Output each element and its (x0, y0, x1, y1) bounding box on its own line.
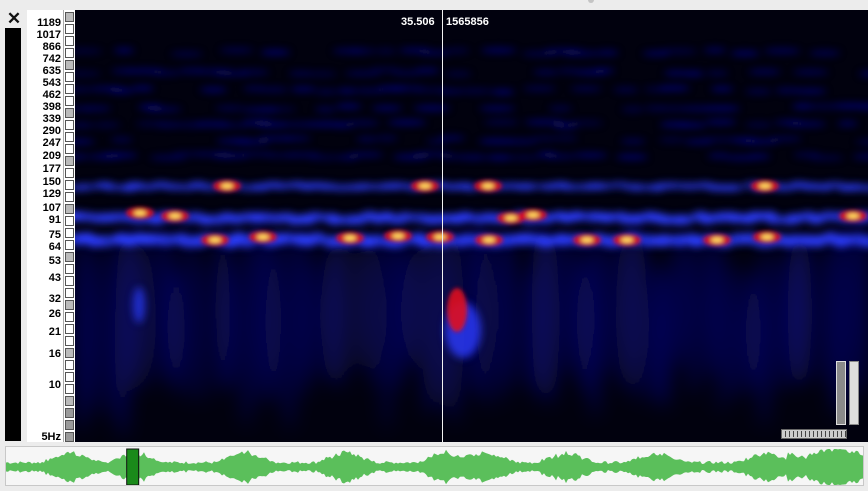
window-handle (588, 0, 594, 3)
level-meter-segment (65, 180, 74, 190)
level-meter-segment (65, 408, 74, 418)
level-meter-segment (65, 216, 74, 226)
level-meter-segment (65, 252, 74, 262)
level-meter-segment (65, 60, 74, 70)
overview-playhead[interactable] (126, 448, 140, 485)
level-meter-segment (65, 300, 74, 310)
level-meter-segment (65, 168, 74, 178)
spectrogram-view[interactable] (75, 10, 868, 442)
frequency-tick-label: 16 (48, 348, 61, 360)
level-meter-segment (65, 420, 74, 430)
vertical-zoom-scale[interactable] (849, 361, 859, 425)
frequency-tick-label: 290 (42, 125, 61, 137)
level-meter-segment (65, 324, 74, 334)
frequency-tick-label: 64 (48, 241, 61, 253)
level-meter-segment (65, 132, 74, 142)
frequency-tick-label: 1189 (37, 17, 61, 29)
level-meter-segment (65, 384, 74, 394)
level-meter-segment (65, 288, 74, 298)
level-meter-segment (65, 96, 74, 106)
close-button[interactable]: ✕ (4, 9, 24, 27)
level-meter-segment (65, 144, 74, 154)
level-meter-segment (65, 312, 74, 322)
frequency-tick-label: 150 (42, 176, 61, 188)
frequency-tick-label: 53 (48, 255, 61, 267)
level-meter-segment (65, 156, 74, 166)
level-meter-segment (65, 48, 74, 58)
cursor-line[interactable] (442, 10, 443, 442)
frequency-tick-label: 543 (42, 77, 61, 89)
spectrogram-canvas (75, 47, 868, 438)
frequency-tick-label: 32 (48, 293, 61, 305)
frequency-tick-label: 635 (42, 65, 61, 77)
waveform-canvas (6, 448, 863, 485)
close-icon: ✕ (6, 8, 22, 28)
level-meter-segment (65, 192, 74, 202)
level-meter-segment (65, 396, 74, 406)
horizontal-zoom-scale[interactable] (781, 429, 847, 439)
level-meter-segment (65, 24, 74, 34)
cursor-time-readout: 35.506 (401, 16, 435, 28)
level-meter-segment (65, 228, 74, 238)
frequency-tick-label: 1017 (36, 29, 61, 41)
level-meter-segment (65, 12, 74, 22)
frequency-tick-label: 742 (42, 53, 61, 65)
level-meter-segment (65, 348, 74, 358)
frequency-tick-label: 75 (48, 229, 61, 241)
level-meter-segment (65, 336, 74, 346)
level-meter-segment (65, 84, 74, 94)
frequency-tick-label: 107 (42, 202, 61, 214)
frequency-tick-label: 866 (42, 41, 61, 53)
vertical-scroll-handle[interactable] (836, 361, 846, 425)
frequency-tick-label: 91 (48, 214, 61, 226)
frequency-tick-label: 10 (48, 379, 61, 391)
frequency-tick-label: 129 (42, 188, 61, 200)
frequency-tick-label: 462 (42, 89, 61, 101)
level-meter-segment (65, 240, 74, 250)
cursor-frequency-readout: 1565856 (446, 16, 489, 28)
frequency-tick-label: 339 (42, 113, 61, 125)
spectrogram-window: ✕ 1189 1017 866 742 635 543 462 398 339 290 247 209… (0, 0, 868, 491)
frequency-tick-label: 398 (42, 101, 61, 113)
frequency-axis: 1189 1017 866 742 635 543 462 398 339 290 247 209 17… (27, 10, 63, 443)
waveform-overview[interactable] (5, 446, 864, 486)
left-panel-strip (5, 28, 21, 441)
level-meter-segment (65, 360, 74, 370)
level-meter-segment (65, 108, 74, 118)
level-meter-segment (65, 372, 74, 382)
level-meter-segment (65, 36, 74, 46)
level-meter-segment (65, 72, 74, 82)
level-meter-segment (65, 264, 74, 274)
level-meter-segment (65, 204, 74, 214)
frequency-tick-label: 43 (48, 272, 61, 284)
frequency-tick-label: 26 (48, 308, 61, 320)
frequency-tick-label: 247 (42, 137, 61, 149)
level-meter-segment (65, 432, 74, 442)
level-meter-segment (65, 276, 74, 286)
frequency-tick-label: 21 (48, 326, 61, 338)
level-meter-segment (65, 120, 74, 130)
frequency-tick-label: 177 (42, 163, 61, 175)
frequency-tick-label: 5Hz (41, 431, 61, 443)
frequency-tick-label: 209 (42, 150, 61, 162)
